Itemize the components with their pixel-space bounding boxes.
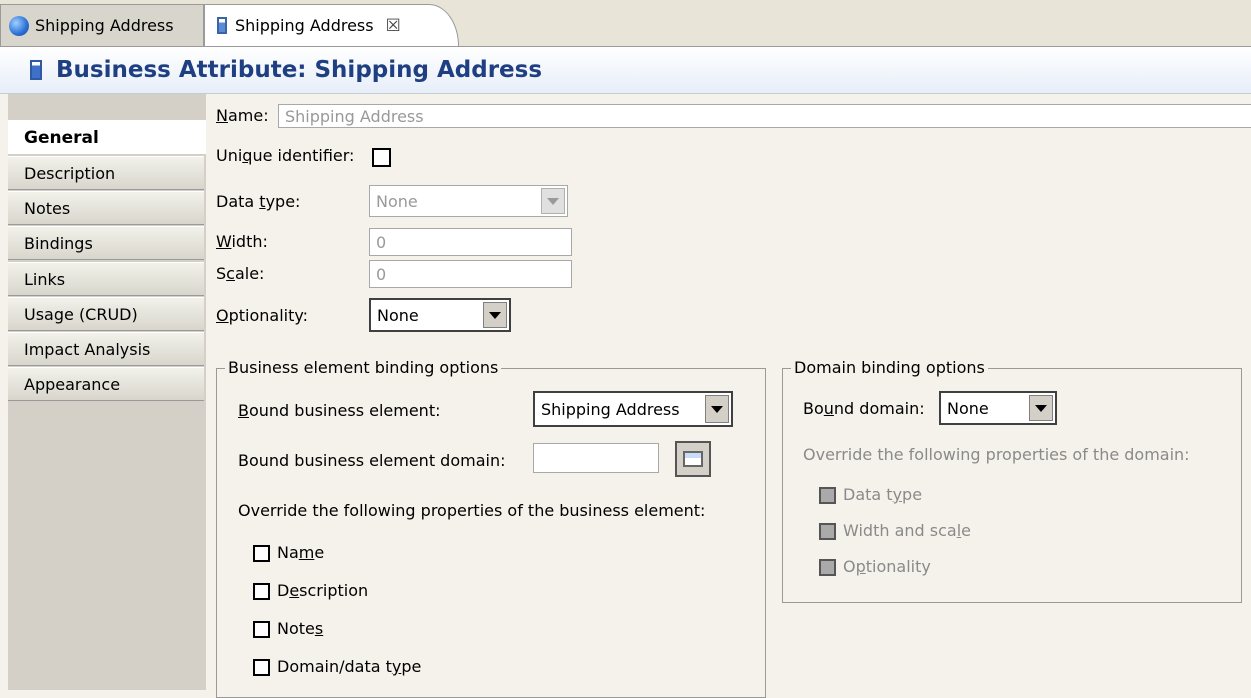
- sidebar-item-label: Impact Analysis: [24, 339, 151, 359]
- sidebar-item-label: Bindings: [24, 233, 93, 253]
- override-width-scale-label: Width and scale: [843, 521, 971, 540]
- dropdown-arrow-icon: [483, 302, 507, 328]
- optionality-label: Optionality:: [216, 306, 309, 325]
- sidebar-item-general[interactable]: General: [8, 120, 216, 154]
- override-domain-text: Override the following properties of the…: [803, 445, 1190, 464]
- dropdown-arrow-icon: [705, 395, 729, 423]
- sidebar-item-usage-crud[interactable]: Usage (CRUD): [8, 297, 204, 331]
- override-optionality-label: Optionality: [843, 557, 931, 576]
- override-domain-data-type-label: Domain/data type: [277, 657, 422, 676]
- override-data-type-label: Data type: [843, 485, 923, 504]
- sidebar-item-label: General: [24, 127, 99, 148]
- browse-dialog-icon: [683, 451, 703, 467]
- override-optionality-checkbox[interactable]: [819, 559, 836, 576]
- property-sidebar: General Description Notes Bindings Links…: [8, 94, 216, 690]
- bound-business-element-domain-label: Bound business element domain:: [238, 451, 506, 470]
- override-data-type-checkbox[interactable]: [819, 487, 836, 504]
- bound-business-element-value: Shipping Address: [541, 399, 680, 419]
- general-properties-panel: Name: Shipping Address Unique identifier…: [206, 94, 1251, 698]
- dropdown-arrow-icon: [541, 188, 565, 214]
- editor-tab-bar: Shipping Address Shipping Address ☒: [0, 0, 1251, 47]
- width-label: Width:: [216, 232, 268, 251]
- sidebar-item-notes[interactable]: Notes: [8, 191, 204, 225]
- bound-domain-label: Bound domain:: [803, 399, 925, 418]
- sidebar-item-appearance[interactable]: Appearance: [8, 367, 204, 401]
- editor-title-bar: Business Attribute: Shipping Address: [0, 47, 1251, 94]
- bound-business-element-domain-field[interactable]: [533, 443, 659, 473]
- sidebar-item-impact-analysis[interactable]: Impact Analysis: [8, 332, 204, 366]
- override-name-checkbox[interactable]: [253, 545, 270, 562]
- scale-field[interactable]: 0: [369, 260, 572, 288]
- bound-business-element-label: Bound business element:: [238, 401, 441, 420]
- group-title: Business element binding options: [225, 358, 502, 377]
- name-field[interactable]: Shipping Address: [278, 104, 1251, 128]
- domain-binding-group: Domain binding options Bound domain: Non…: [782, 358, 1242, 603]
- override-width-scale-checkbox[interactable]: [819, 523, 836, 540]
- bound-business-element-select[interactable]: Shipping Address: [533, 391, 733, 427]
- sidebar-item-bindings[interactable]: Bindings: [8, 226, 204, 260]
- data-type-value: None: [376, 191, 418, 211]
- sidebar-item-label: Notes: [24, 198, 71, 218]
- sidebar-item-label: Appearance: [24, 374, 121, 394]
- unique-identifier-label: Unique identifier:: [216, 146, 355, 165]
- tab-label: Shipping Address: [235, 16, 374, 35]
- override-name-label: Name: [277, 543, 325, 562]
- sidebar-item-label: Description: [24, 163, 116, 183]
- optionality-value: None: [377, 305, 419, 325]
- tab-shipping-address-attribute[interactable]: Shipping Address ☒: [204, 4, 459, 46]
- name-label: Name:: [216, 106, 269, 125]
- business-element-binding-group: Business element binding options Bound b…: [216, 358, 766, 698]
- bound-domain-value: None: [947, 398, 989, 418]
- sidebar-item-description[interactable]: Description: [8, 156, 204, 190]
- page-title: Business Attribute: Shipping Address: [56, 57, 543, 83]
- sidebar-item-label: Usage (CRUD): [24, 304, 138, 324]
- sidebar-item-links[interactable]: Links: [8, 262, 204, 296]
- group-title: Domain binding options: [791, 358, 988, 377]
- width-field[interactable]: 0: [369, 228, 572, 256]
- sidebar-item-label: Links: [24, 269, 66, 289]
- override-notes-checkbox[interactable]: [253, 621, 270, 638]
- optionality-select[interactable]: None: [369, 298, 511, 332]
- browse-domain-button[interactable]: [675, 441, 711, 477]
- data-type-label: Data type:: [216, 192, 301, 211]
- tab-label: Shipping Address: [35, 16, 174, 35]
- scale-label: Scale:: [216, 264, 265, 283]
- data-type-select[interactable]: None: [369, 185, 568, 217]
- close-tab-icon[interactable]: ☒: [386, 16, 401, 36]
- unique-identifier-checkbox[interactable]: [372, 148, 391, 167]
- tab-shipping-address-model[interactable]: Shipping Address: [0, 4, 204, 46]
- bound-domain-select[interactable]: None: [939, 391, 1057, 425]
- attribute-icon: [217, 17, 227, 34]
- override-business-element-text: Override the following properties of the…: [238, 501, 706, 520]
- override-description-checkbox[interactable]: [253, 583, 270, 600]
- globe-icon: [9, 15, 29, 36]
- override-description-label: Description: [277, 581, 369, 600]
- override-domain-data-type-checkbox[interactable]: [253, 659, 270, 676]
- override-notes-label: Notes: [277, 619, 324, 638]
- attribute-icon: [30, 60, 42, 80]
- dropdown-arrow-icon: [1029, 395, 1053, 421]
